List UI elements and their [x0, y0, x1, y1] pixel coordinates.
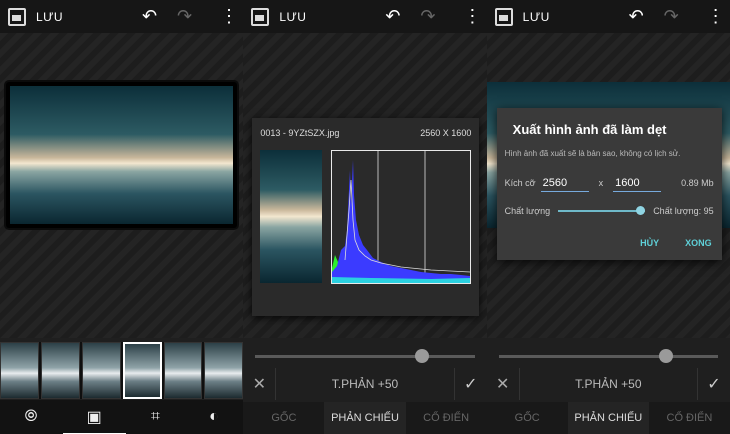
photo-image [10, 86, 233, 224]
filter-thumb[interactable] [40, 342, 80, 399]
slider-knob[interactable] [415, 349, 430, 363]
filter-thumb[interactable] [163, 342, 203, 399]
redo-icon[interactable]: ↷ [420, 7, 435, 25]
slider-knob[interactable] [658, 349, 673, 363]
filter-filmstrip [0, 342, 244, 399]
cancel-icon[interactable]: ✕ [243, 374, 275, 394]
crop-icon[interactable]: ⌗ [151, 408, 160, 426]
tab-classic[interactable]: CỔ ĐIỂN [648, 402, 730, 434]
gallery-icon[interactable] [8, 7, 26, 26]
top-bar: LƯU ↶ ↷ ⋮ [0, 0, 244, 33]
adjust-bar: ✕ T.PHẢN +50 ✓ [243, 368, 486, 400]
image-dimensions: 2560 X 1600 [420, 128, 472, 138]
adjust-label: T.PHẢN +50 [518, 368, 698, 400]
cancel-button[interactable]: HỦY [640, 238, 659, 248]
bottom-toolbar: ⦾ ▣ ⌗ ◐ [0, 400, 244, 434]
quality-value: Chất lượng: 95 [653, 206, 714, 216]
undo-icon[interactable]: ↶ [385, 7, 400, 25]
editor-panel-2: LƯU ↶ ↷ ⋮ 0013 - 9YZtSZX.jpg 2560 X 1600 [243, 0, 487, 434]
editor-panel-1: LƯU ↶ ↷ ⋮ ⦾ ▣ ⌗ ◐ [0, 0, 244, 434]
quality-label: Chất lượng [504, 206, 551, 216]
tab-reflection[interactable]: PHẢN CHIẾU [567, 402, 649, 434]
preset-tabs: GỐC PHẢN CHIẾU CỔ ĐIỂN [486, 402, 730, 434]
photo-preview [6, 82, 237, 228]
adjust-bar: ✕ T.PHẢN +50 ✓ [487, 368, 730, 400]
histogram [331, 150, 472, 284]
top-bar: LƯU ↶ ↷ ⋮ [243, 0, 487, 33]
dialog-buttons: HỦY XONG [640, 238, 712, 248]
image-thumbnail [260, 150, 323, 283]
save-button[interactable]: LƯU [523, 10, 550, 24]
times-sign: x [598, 178, 604, 188]
filter-thumb[interactable] [0, 342, 39, 399]
preset-tabs: GỐC PHẢN CHIẾU CỔ ĐIỂN [243, 402, 487, 434]
file-name: 0013 - 9YZtSZX.jpg [260, 128, 340, 138]
gallery-icon[interactable] [251, 7, 270, 26]
top-bar: LƯU ↶ ↷ ⋮ [486, 0, 730, 33]
redo-icon[interactable]: ↷ [664, 7, 679, 25]
filter-thumb[interactable] [81, 342, 121, 399]
cancel-icon[interactable]: ✕ [487, 374, 519, 394]
save-button[interactable]: LƯU [36, 10, 63, 24]
tab-reflection[interactable]: PHẢN CHIẾU [324, 402, 406, 434]
redo-icon[interactable]: ↷ [177, 7, 192, 25]
quality-slider[interactable] [558, 206, 646, 215]
quality-slider-knob[interactable] [636, 206, 646, 215]
overflow-menu-icon[interactable]: ⋮ [220, 7, 238, 25]
looks-icon[interactable]: ⦾ [25, 408, 38, 426]
undo-icon[interactable]: ↶ [142, 7, 157, 25]
file-size: 0.89 Mb [681, 178, 714, 188]
tab-classic[interactable]: CỔ ĐIỂN [405, 402, 487, 434]
undo-icon[interactable]: ↶ [629, 7, 644, 25]
dialog-title: Xuất hình ảnh đã làm dẹt [512, 122, 667, 137]
check-icon[interactable]: ✓ [455, 374, 487, 394]
save-button[interactable]: LƯU [279, 10, 306, 24]
screenshot-triptych: LƯU ↶ ↷ ⋮ ⦾ ▣ ⌗ ◐ LƯU ↶ ↷ ⋮ 0013 - 9YZtS… [0, 0, 730, 434]
frame-icon[interactable]: ▣ [62, 407, 127, 434]
filter-thumb-selected[interactable] [122, 342, 162, 399]
dialog-description: Hình ảnh đã xuất sẽ là bản sao, không có… [504, 149, 681, 158]
adjust-label: T.PHẢN +50 [275, 368, 455, 400]
gallery-icon[interactable] [494, 7, 513, 26]
image-info-card: 0013 - 9YZtSZX.jpg 2560 X 1600 [252, 118, 480, 316]
done-button[interactable]: XONG [685, 238, 712, 248]
height-input[interactable]: 1600 [613, 175, 662, 192]
overflow-menu-icon[interactable]: ⋮ [463, 7, 481, 25]
info-header: 0013 - 9YZtSZX.jpg 2560 X 1600 [260, 128, 471, 138]
width-input[interactable]: 2560 [540, 175, 589, 192]
size-label: Kích cỡ [504, 178, 536, 188]
export-dialog: Xuất hình ảnh đã làm dẹt Hình ảnh đã xuấ… [496, 108, 722, 260]
overflow-menu-icon[interactable]: ⋮ [707, 7, 725, 25]
tone-icon[interactable]: ◐ [209, 408, 219, 426]
tab-original[interactable]: GỐC [486, 402, 568, 434]
editor-panel-3: LƯU ↶ ↷ ⋮ Xuất hình ảnh đã làm dẹt Hình … [486, 0, 730, 434]
filter-thumb[interactable] [204, 342, 244, 399]
check-icon[interactable]: ✓ [698, 374, 730, 394]
adjust-slider[interactable] [498, 349, 718, 363]
adjust-slider[interactable] [255, 349, 475, 363]
quality-row: Chất lượng Chất lượng: 95 [505, 206, 714, 216]
size-row: Kích cỡ 2560 x 1600 0.89 Mb [505, 173, 714, 193]
tab-original[interactable]: GỐC [243, 402, 325, 434]
